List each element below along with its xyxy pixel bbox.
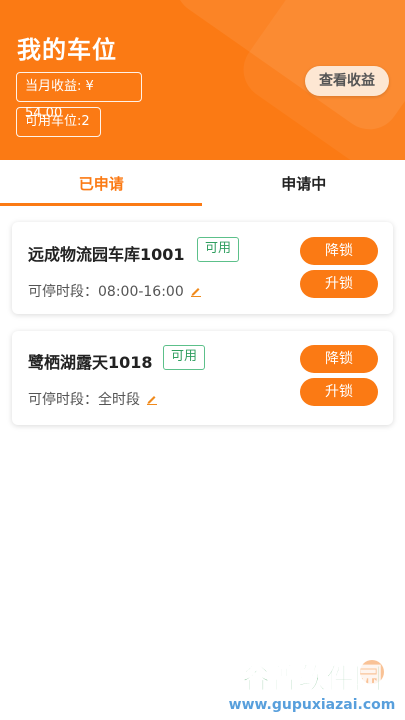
raise-lock-button[interactable]: 升锁	[300, 378, 378, 406]
parking-hours: 可停时段：08:00-16:00	[28, 281, 202, 301]
pencil-icon[interactable]	[190, 285, 202, 297]
page-title: 我的车位	[17, 36, 117, 64]
lower-lock-button[interactable]: 降锁	[300, 237, 378, 265]
raise-lock-button[interactable]: 升锁	[300, 270, 378, 298]
watermark-logo: 谷普软件园 www.gupuxiazai.com	[229, 660, 396, 713]
status-badge: 可用	[163, 345, 206, 370]
monthly-income-tag: 当月收益: ¥ 54.00	[16, 72, 142, 121]
spot-name: 鹭栖湖露天1018	[28, 353, 153, 372]
tab-pending[interactable]: 申请中	[203, 160, 405, 208]
header: 我的车位 当月收益: ¥ 54.00 可用车位:2 查看收益	[0, 0, 405, 160]
parking-hours-text: 可停时段：08:00-16:00	[28, 284, 184, 300]
parking-hours: 可停时段：全时段	[28, 389, 158, 409]
tab-label: 已申请	[78, 175, 124, 193]
lower-lock-button[interactable]: 降锁	[300, 345, 378, 373]
status-badge: 可用	[197, 237, 240, 262]
tab-applied[interactable]: 已申请	[0, 160, 203, 208]
active-tab-indicator	[0, 203, 202, 206]
pencil-icon[interactable]	[146, 393, 158, 405]
view-income-button[interactable]: 查看收益	[305, 66, 389, 96]
parking-hours-text: 可停时段：全时段	[28, 392, 140, 408]
svg-text:谷普软件园: 谷普软件园	[242, 662, 382, 695]
tab-label: 申请中	[281, 175, 327, 193]
available-spots-tag: 可用车位:2	[16, 107, 101, 137]
parking-spot-card: 远成物流园车库1001 可用 可停时段：08:00-16:00 降锁 升锁	[12, 222, 393, 314]
spot-name: 远成物流园车库1001	[28, 245, 185, 264]
parking-spot-card: 鹭栖湖露天1018 可用 可停时段：全时段 降锁 升锁	[12, 331, 393, 425]
tab-bar: 已申请 申请中	[0, 160, 405, 208]
svg-text:www.gupuxiazai.com: www.gupuxiazai.com	[229, 697, 396, 713]
